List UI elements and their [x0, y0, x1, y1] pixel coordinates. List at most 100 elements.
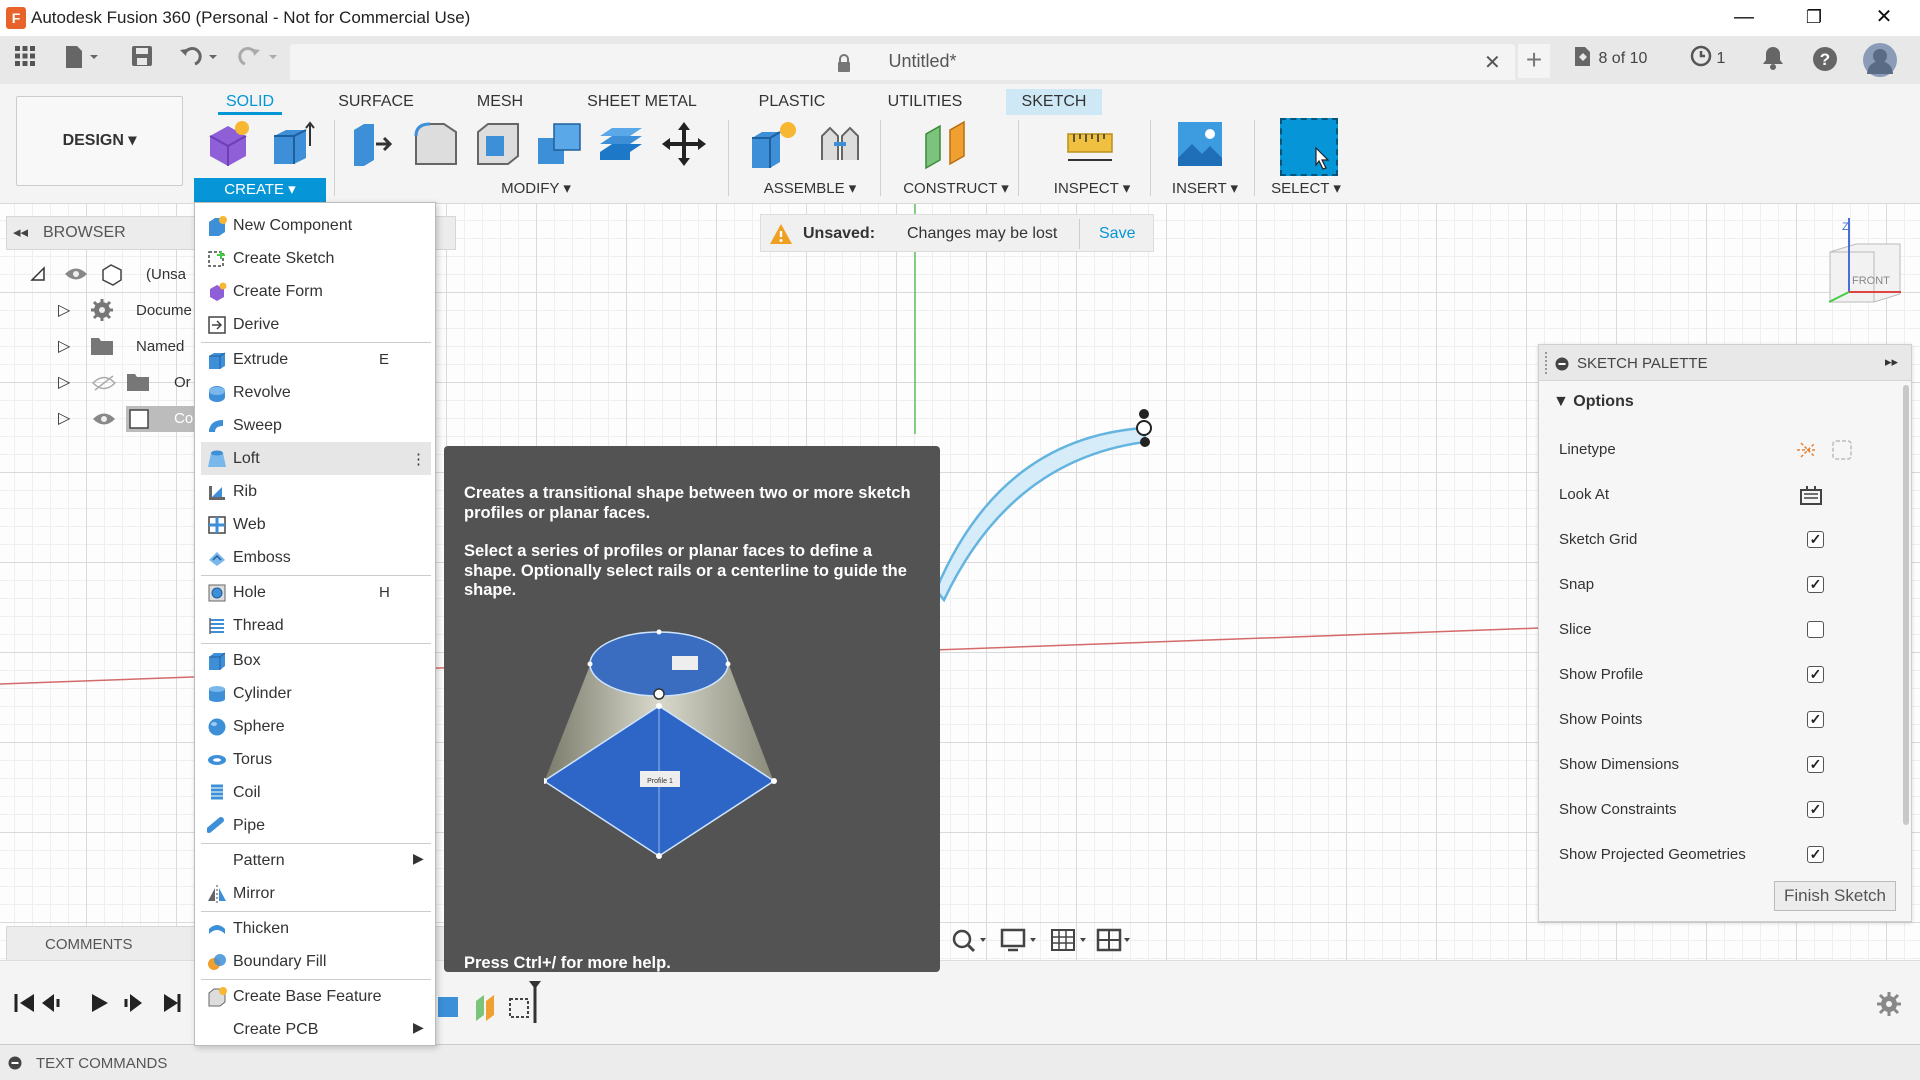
- menu-item-create-form[interactable]: Create Form: [201, 275, 431, 308]
- joint-tool-icon[interactable]: [814, 118, 866, 170]
- minimize-button[interactable]: —: [1716, 0, 1772, 36]
- notification-bell-icon[interactable]: [1762, 45, 1784, 71]
- timeline-features[interactable]: [438, 979, 544, 1029]
- create-group-button[interactable]: CREATE ▾: [194, 178, 326, 202]
- collapse-browser-icon[interactable]: ◂◂: [13, 223, 28, 241]
- show-constraints-checkbox[interactable]: ✓: [1807, 801, 1824, 818]
- view-cube[interactable]: FRONT Z: [1800, 218, 1912, 318]
- insert-group-button[interactable]: INSERT ▾: [1160, 178, 1250, 200]
- job-status[interactable]: 8 of 10: [1572, 42, 1647, 76]
- text-commands-toggle-icon[interactable]: [8, 1056, 22, 1070]
- close-document-button[interactable]: ✕: [1484, 50, 1501, 75]
- menu-item-revolve[interactable]: Revolve: [201, 376, 431, 409]
- user-avatar-icon[interactable]: [1862, 42, 1898, 78]
- menu-item-hole[interactable]: Hole H: [201, 576, 431, 609]
- restore-button[interactable]: ❐: [1786, 0, 1842, 36]
- menu-item-sphere[interactable]: Sphere: [201, 710, 431, 743]
- insert-image-tool-icon[interactable]: [1174, 118, 1226, 170]
- menu-item-loft[interactable]: Loft ⋮: [201, 442, 431, 475]
- expand-triangle-icon[interactable]: ▷: [58, 336, 70, 356]
- menu-item-create-pcb[interactable]: Create PCB ▶: [201, 1013, 431, 1046]
- menu-item-derive[interactable]: Derive: [201, 308, 431, 341]
- measure-tool-icon[interactable]: [1064, 118, 1116, 170]
- menu-item-create-sketch[interactable]: Create Sketch: [201, 242, 431, 275]
- offset-face-tool-icon[interactable]: [596, 118, 648, 170]
- menu-item-rib[interactable]: Rib: [201, 475, 431, 508]
- menu-item-sweep[interactable]: Sweep: [201, 409, 431, 442]
- menu-item-cylinder[interactable]: Cylinder: [201, 677, 431, 710]
- tab-surface[interactable]: SURFACE: [334, 89, 418, 115]
- construction-linetype-icon[interactable]: [1795, 439, 1819, 461]
- menu-item-extrude[interactable]: Extrude E: [201, 343, 431, 376]
- palette-scrollbar[interactable]: [1903, 385, 1909, 825]
- show-dimensions-checkbox[interactable]: ✓: [1807, 756, 1824, 773]
- browser-row-component[interactable]: ▷ Co: [20, 402, 200, 436]
- workspace-switcher-button[interactable]: DESIGN ▾: [16, 96, 183, 186]
- help-icon[interactable]: ?: [1812, 46, 1838, 72]
- menu-item-thicken[interactable]: Thicken: [201, 912, 431, 945]
- offset-plane-tool-icon[interactable]: [920, 118, 972, 170]
- expand-triangle-icon[interactable]: ▷: [58, 372, 70, 392]
- menu-item-thread[interactable]: Thread: [201, 609, 431, 642]
- palette-minus-icon[interactable]: [1555, 357, 1569, 371]
- menu-item-torus[interactable]: Torus: [201, 743, 431, 776]
- menu-item-mirror[interactable]: Mirror: [201, 877, 431, 910]
- browser-row-root[interactable]: (Unsa: [20, 258, 200, 292]
- shell-tool-icon[interactable]: [472, 118, 524, 170]
- show-profile-checkbox[interactable]: ✓: [1807, 666, 1824, 683]
- text-commands-bar[interactable]: TEXT COMMANDS: [0, 1044, 1920, 1080]
- menu-item-web[interactable]: Web: [201, 508, 431, 541]
- hidden-eye-icon[interactable]: [92, 374, 116, 392]
- menu-item-box[interactable]: Box: [201, 644, 431, 677]
- browser-row-document-settings[interactable]: ▷ Docume: [20, 294, 200, 328]
- options-section-toggle[interactable]: ▼ Options: [1553, 393, 1634, 411]
- new-tab-plus-icon[interactable]: +: [1518, 44, 1550, 78]
- redo-icon[interactable]: [236, 44, 282, 76]
- tab-utilities[interactable]: UTILITIES: [880, 89, 970, 115]
- document-tab[interactable]: Untitled* ✕: [290, 44, 1515, 80]
- modify-group-button[interactable]: MODIFY ▾: [486, 178, 586, 200]
- combine-tool-icon[interactable]: [534, 118, 586, 170]
- extrude-tool-icon[interactable]: [266, 118, 318, 170]
- slice-checkbox[interactable]: [1807, 621, 1824, 638]
- go-to-end-icon[interactable]: [164, 994, 181, 1012]
- step-forward-icon[interactable]: [124, 994, 142, 1012]
- more-options-icon[interactable]: ⋮: [411, 450, 426, 468]
- new-component-tool-icon[interactable]: [748, 118, 800, 170]
- expand-triangle-icon[interactable]: ▷: [58, 300, 70, 320]
- step-back-icon[interactable]: [42, 994, 60, 1012]
- snap-checkbox[interactable]: ✓: [1807, 576, 1824, 593]
- menu-item-pattern[interactable]: Pattern ▶: [201, 844, 431, 877]
- move-copy-tool-icon[interactable]: [658, 118, 710, 170]
- menu-item-create-base-feature[interactable]: Create Base Feature: [201, 980, 431, 1013]
- expand-palette-icon[interactable]: ▸▸: [1885, 354, 1898, 370]
- show-projected-geometries-checkbox[interactable]: ✓: [1807, 846, 1824, 863]
- create-form-tool-icon[interactable]: [202, 118, 254, 170]
- save-link[interactable]: Save: [1099, 225, 1135, 243]
- tab-sketch[interactable]: SKETCH: [1006, 89, 1102, 115]
- play-icon[interactable]: [92, 994, 108, 1012]
- data-panel-grid-icon[interactable]: [10, 44, 40, 76]
- save-icon[interactable]: [128, 44, 156, 76]
- visibility-eye-icon[interactable]: [64, 266, 88, 282]
- look-at-icon[interactable]: [1799, 484, 1823, 506]
- browser-row-origin[interactable]: ▷ Or: [20, 366, 200, 400]
- select-group-button[interactable]: SELECT ▾: [1264, 178, 1348, 200]
- press-pull-tool-icon[interactable]: [348, 118, 400, 170]
- navigation-bar[interactable]: [948, 926, 1138, 956]
- tab-solid[interactable]: SOLID: [218, 89, 282, 115]
- go-to-start-icon[interactable]: [14, 994, 34, 1012]
- expand-triangle-icon[interactable]: ▷: [58, 408, 70, 428]
- assemble-group-button[interactable]: ASSEMBLE ▾: [752, 178, 868, 200]
- tab-mesh[interactable]: MESH: [468, 89, 532, 115]
- visibility-eye-icon[interactable]: [92, 411, 116, 427]
- select-tool-icon[interactable]: [1280, 118, 1338, 176]
- browser-row-named-views[interactable]: ▷ Named: [20, 330, 200, 364]
- centerline-linetype-icon[interactable]: [1831, 439, 1853, 461]
- file-menu-icon[interactable]: [60, 44, 104, 76]
- inspect-group-button[interactable]: INSPECT ▾: [1044, 178, 1140, 200]
- menu-item-boundary-fill[interactable]: Boundary Fill: [201, 945, 431, 978]
- show-points-checkbox[interactable]: ✓: [1807, 711, 1824, 728]
- undo-icon[interactable]: [176, 44, 222, 76]
- menu-item-new-component[interactable]: New Component: [201, 209, 431, 242]
